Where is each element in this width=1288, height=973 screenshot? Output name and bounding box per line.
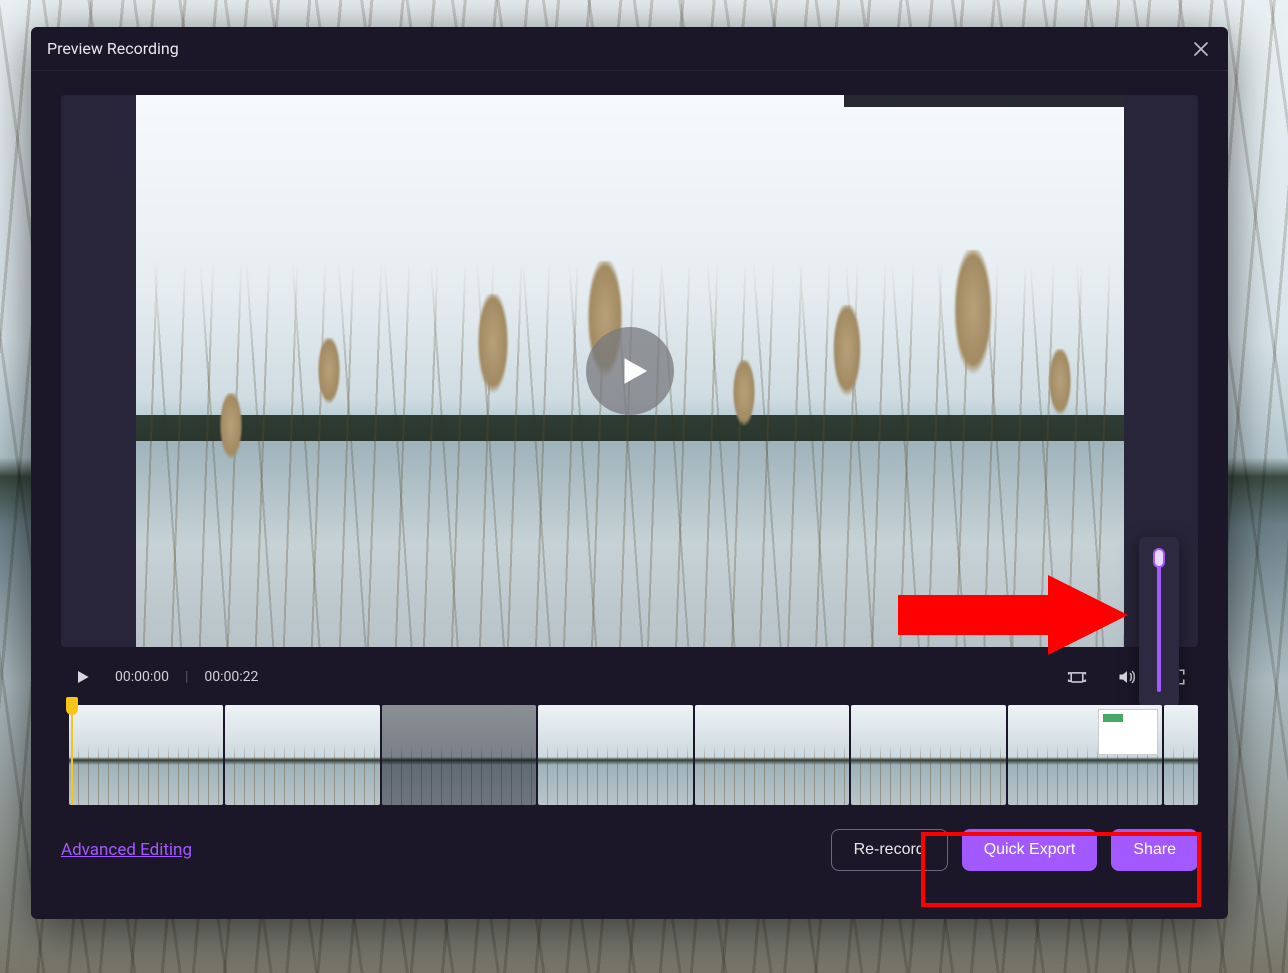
- timeline-thumbnail[interactable]: [1164, 705, 1198, 805]
- timeline-thumbnail[interactable]: [851, 705, 1005, 805]
- snapshot-icon: [1067, 667, 1087, 687]
- play-button[interactable]: [65, 660, 99, 694]
- video-frame[interactable]: [136, 95, 1124, 647]
- timeline-thumbnail[interactable]: [69, 705, 223, 805]
- timeline-thumbnail[interactable]: [382, 705, 536, 805]
- timeline-thumbnail[interactable]: [538, 705, 692, 805]
- time-separator: |: [185, 669, 188, 685]
- timeline[interactable]: [61, 705, 1198, 805]
- quick-export-button[interactable]: Quick Export: [962, 829, 1098, 871]
- close-button[interactable]: [1186, 34, 1216, 64]
- timeline-thumbnail[interactable]: [1008, 705, 1162, 805]
- preview-recording-dialog: Preview Recording: [31, 27, 1228, 919]
- re-record-button[interactable]: Re-record: [831, 829, 948, 871]
- total-time: 00:00:22: [204, 669, 258, 685]
- play-overlay-button[interactable]: [586, 327, 674, 415]
- footer-actions: Advanced Editing Re-record Quick Export …: [61, 829, 1198, 871]
- timeline-thumbnail[interactable]: [695, 705, 849, 805]
- titlebar: Preview Recording: [31, 27, 1228, 71]
- timeline-playhead[interactable]: [66, 697, 78, 805]
- video-preview-pane: [61, 95, 1198, 647]
- playback-controls: 00:00:00 | 00:00:22: [61, 653, 1198, 701]
- volume-icon: [1117, 667, 1137, 687]
- play-icon: [74, 669, 90, 685]
- play-circle-icon: [616, 354, 650, 388]
- current-time: 00:00:00: [115, 669, 169, 685]
- recorder-toolbar-overlay: [844, 95, 1124, 107]
- timeline-thumbnail[interactable]: [225, 705, 379, 805]
- volume-slider-thumb[interactable]: [1153, 548, 1165, 568]
- window-title: Preview Recording: [47, 39, 179, 58]
- volume-slider[interactable]: [1157, 552, 1161, 692]
- close-icon: [1194, 42, 1208, 56]
- snapshot-button[interactable]: [1060, 660, 1094, 694]
- volume-slider-popup: [1139, 537, 1179, 707]
- advanced-editing-link[interactable]: Advanced Editing: [61, 840, 192, 860]
- time-display: 00:00:00 | 00:00:22: [115, 669, 258, 685]
- timeline-thumbnails: [69, 705, 1198, 805]
- share-button[interactable]: Share: [1111, 829, 1198, 871]
